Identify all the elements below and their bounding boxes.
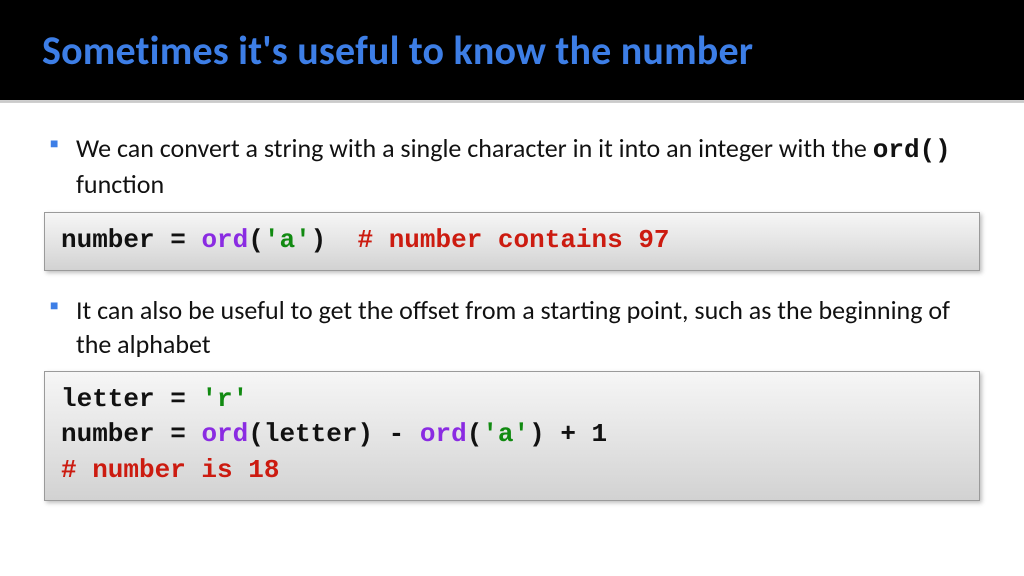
code-str: 'a' (482, 419, 529, 449)
bullet-text: function (76, 168, 164, 200)
code-text: number = (61, 225, 201, 255)
title-bar: Sometimes it's useful to know the number (0, 0, 1024, 100)
code-text: ) + 1 (529, 419, 607, 449)
slide: Sometimes it's useful to know the number… (0, 0, 1024, 576)
bullet-item: We can convert a string with a single ch… (44, 131, 980, 202)
code-text: ( (467, 419, 483, 449)
code-fn: ord (201, 225, 248, 255)
bullet-list: We can convert a string with a single ch… (44, 131, 980, 202)
code-text: ) (311, 225, 358, 255)
bullet-list: It can also be useful to get the offset … (44, 293, 980, 362)
slide-title: Sometimes it's useful to know the number (42, 26, 753, 75)
slide-content: We can convert a string with a single ch… (0, 103, 1024, 576)
code-text: letter = (61, 384, 201, 414)
code-fn: ord (201, 419, 248, 449)
code-block-1: number = ord('a') # number contains 97 (44, 212, 980, 271)
code-block-2: letter = 'r' number = ord(letter) - ord(… (44, 371, 980, 500)
code-comment: # number contains 97 (357, 225, 669, 255)
bullet-text: It can also be useful to get the offset … (76, 294, 950, 360)
inline-code: ord() (873, 135, 951, 165)
bullet-item: It can also be useful to get the offset … (44, 293, 980, 362)
code-comment: # number is 18 (61, 455, 279, 485)
code-str: 'a' (264, 225, 311, 255)
code-text: ( (248, 225, 264, 255)
code-text: number = (61, 419, 201, 449)
code-text: (letter) - (248, 419, 420, 449)
code-str: 'r' (201, 384, 248, 414)
bullet-text: We can convert a string with a single ch… (76, 132, 873, 164)
code-fn: ord (420, 419, 467, 449)
